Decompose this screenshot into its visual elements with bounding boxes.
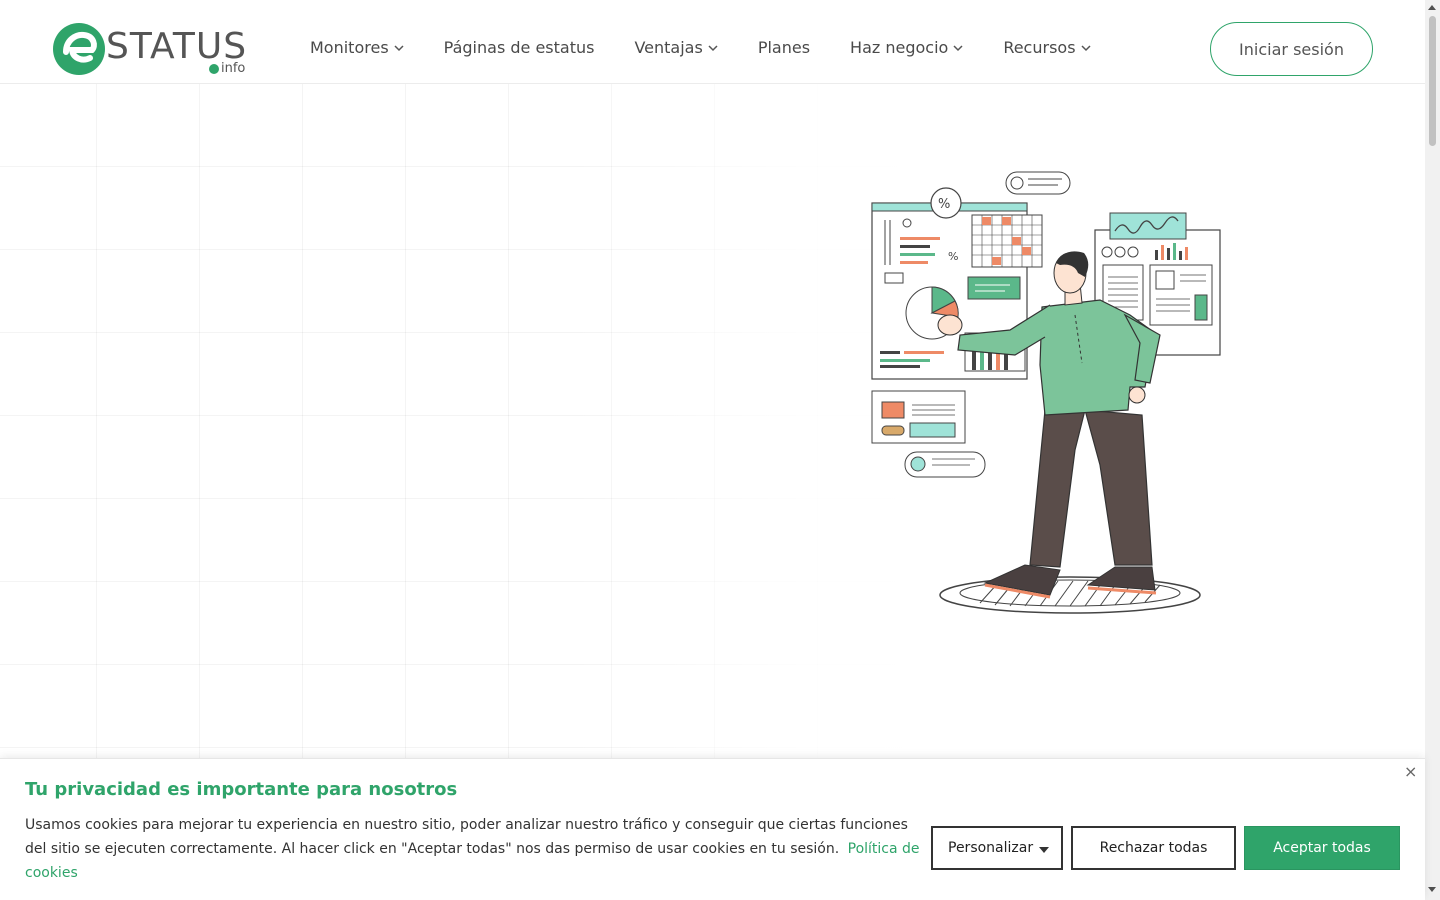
logo-sub: info (221, 61, 246, 76)
chevron-down-icon (953, 44, 963, 51)
reject-all-button[interactable]: Rechazar todas (1071, 826, 1236, 870)
customize-button[interactable]: Personalizar (931, 826, 1063, 870)
cookie-text: Usamos cookies para mejorar tu experienc… (25, 813, 925, 885)
check-icon (209, 64, 219, 74)
scroll-up-icon[interactable] (1428, 5, 1436, 10)
main-nav: Monitores Páginas de estatus Ventajas Pl… (310, 38, 1131, 57)
svg-text:%: % (948, 250, 958, 263)
nav-item-haz-negocio[interactable]: Haz negocio (850, 38, 963, 57)
logo-e-icon (53, 23, 105, 75)
nav-label: Recursos (1003, 38, 1076, 57)
chevron-down-icon (708, 44, 718, 51)
nav-item-recursos[interactable]: Recursos (1003, 38, 1091, 57)
login-button[interactable]: Iniciar sesión (1210, 22, 1373, 76)
accept-all-button[interactable]: Aceptar todas (1244, 826, 1400, 870)
chevron-down-icon (394, 44, 404, 51)
nav-label: Ventajas (634, 38, 703, 57)
cookie-title: Tu privacidad es importante para nosotro… (25, 779, 458, 800)
caret-down-icon (1039, 847, 1049, 853)
close-icon[interactable]: × (1404, 762, 1417, 781)
nav-item-ventajas[interactable]: Ventajas (634, 38, 718, 57)
nav-label: Haz negocio (850, 38, 949, 57)
nav-item-paginas-de-estatus[interactable]: Páginas de estatus (444, 38, 595, 57)
nav-label: Monitores (310, 38, 389, 57)
nav-item-planes[interactable]: Planes (758, 38, 810, 57)
nav-label: Planes (757, 38, 811, 57)
scroll-thumb[interactable] (1429, 16, 1436, 146)
customize-label: Personalizar (948, 840, 1034, 856)
nav-item-monitores[interactable]: Monitores (310, 38, 404, 57)
cookie-banner: × Tu privacidad es importante para nosot… (0, 758, 1425, 900)
site-logo[interactable]: STATUS info (52, 20, 252, 78)
cookie-body: Usamos cookies para mejorar tu experienc… (25, 817, 908, 857)
scroll-down-icon[interactable] (1428, 887, 1436, 892)
page-scrollbar[interactable] (1425, 0, 1440, 900)
hero-illustration: % % (871, 171, 1221, 614)
chevron-down-icon (1081, 44, 1091, 51)
nav-label: Páginas de estatus (443, 38, 595, 57)
site-header: STATUS info Monitores Páginas de estatus… (0, 0, 1425, 84)
svg-text:%: % (938, 197, 950, 212)
